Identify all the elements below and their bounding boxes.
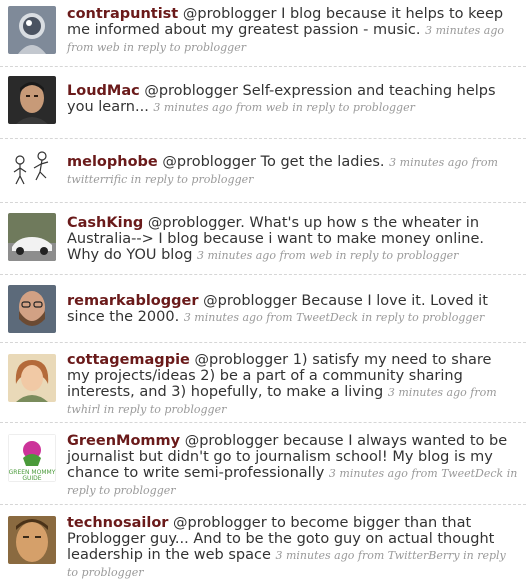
- tweet-source: from web: [279, 249, 333, 262]
- tweet-timestamp[interactable]: 3 minutes ago: [197, 249, 276, 262]
- tweet-timestamp[interactable]: 3 minutes ago: [329, 467, 408, 480]
- tweet-username[interactable]: cottagemagpie: [67, 352, 190, 368]
- tweet-meta: 3 minutes ago from TweetDeck in reply to…: [184, 311, 484, 324]
- tweet-text: @problogger To get the ladies.: [162, 154, 385, 170]
- man-closeup-avatar[interactable]: [8, 516, 56, 564]
- tweet-reply-link[interactable]: in reply to problogger: [336, 249, 459, 262]
- tweet-username[interactable]: GreenMommy: [67, 433, 180, 449]
- tweet-source: from TweetDeck: [411, 467, 504, 480]
- tweet-source: from web: [235, 101, 289, 114]
- tweet-timestamp[interactable]: 3 minutes ago: [388, 386, 467, 399]
- man-portrait-avatar[interactable]: [8, 76, 56, 124]
- tweet-reply-link[interactable]: in reply to problogger: [104, 403, 227, 416]
- tweet-meta: 3 minutes ago from web in reply to probl…: [197, 249, 458, 262]
- tweet-reply-link[interactable]: in reply to problogger: [131, 173, 254, 186]
- tweet-timestamp[interactable]: 3 minutes ago: [275, 549, 354, 562]
- tweet-item: technosailor @problogger to become bigge…: [0, 505, 526, 583]
- tweet-item: melophobe @problogger To get the ladies.…: [0, 139, 526, 203]
- tweet-username[interactable]: technosailor: [67, 515, 168, 531]
- silver-robot-avatar[interactable]: [8, 6, 56, 54]
- tweet-timestamp[interactable]: 3 minutes ago: [389, 156, 468, 169]
- tweet-reply-link[interactable]: in reply to problogger: [123, 41, 246, 54]
- bearded-man-avatar[interactable]: [8, 285, 56, 333]
- tweet-username[interactable]: LoudMac: [67, 83, 140, 99]
- tweet-timestamp[interactable]: 3 minutes ago: [153, 101, 232, 114]
- tweet-source: from web: [67, 41, 120, 54]
- tweet-source: from TwitterBerry: [357, 549, 460, 562]
- tweet-username[interactable]: contrapuntist: [67, 6, 178, 22]
- green-mommy-guide-logo[interactable]: GREEN MOMMY GUIDE: [8, 434, 56, 482]
- tweet-meta: 3 minutes ago from web in reply to probl…: [153, 101, 414, 114]
- tweet-item: remarkablogger @problogger Because I lov…: [0, 275, 526, 343]
- tweet-feed: contrapuntist @problogger I blog because…: [0, 0, 526, 583]
- tweet-reply-link[interactable]: in reply to problogger: [362, 311, 485, 324]
- svg-text:GUIDE: GUIDE: [22, 475, 41, 482]
- tweet-item: contrapuntist @problogger I blog because…: [0, 0, 526, 67]
- sports-car-avatar[interactable]: [8, 213, 56, 261]
- tweet-username[interactable]: melophobe: [67, 154, 158, 170]
- tweet-username[interactable]: CashKing: [67, 215, 143, 231]
- tweet-timestamp[interactable]: 3 minutes ago: [184, 311, 263, 324]
- tweet-reply-link[interactable]: in reply to problogger: [292, 101, 415, 114]
- stick-figure-sketch-avatar[interactable]: [8, 146, 56, 194]
- tweet-item: CashKing @problogger. What's up how s th…: [0, 203, 526, 275]
- tweet-item: GREEN MOMMY GUIDE GreenMommy @problogger…: [0, 423, 526, 505]
- tweet-item: LoudMac @problogger Self-expression and …: [0, 67, 526, 139]
- tweet-source: from TweetDeck: [266, 311, 359, 324]
- woman-portrait-avatar[interactable]: [8, 354, 56, 402]
- tweet-timestamp[interactable]: 3 minutes ago: [425, 24, 504, 37]
- tweet-username[interactable]: remarkablogger: [67, 293, 199, 309]
- tweet-item: cottagemagpie @problogger 1) satisfy my …: [0, 343, 526, 423]
